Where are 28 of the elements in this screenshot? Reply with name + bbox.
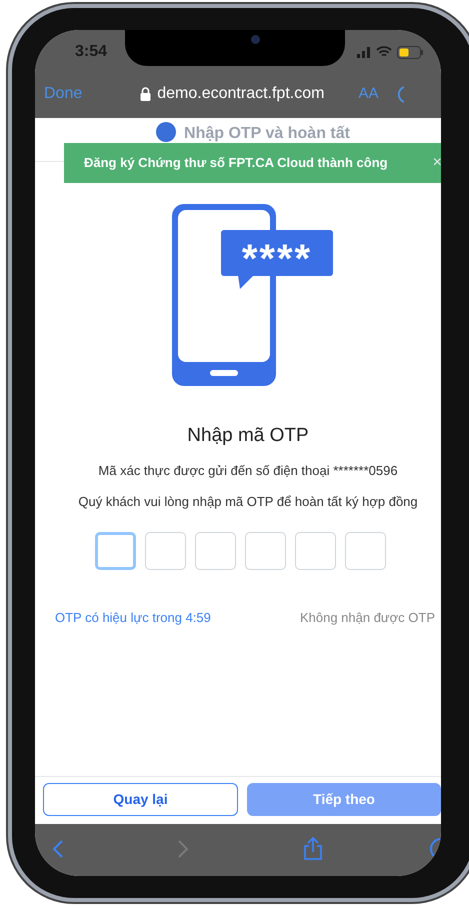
step-number-icon	[156, 122, 176, 142]
back-button[interactable]: Quay lại	[43, 783, 238, 816]
otp-digit-field[interactable]	[244, 532, 286, 570]
status-time: 3:54	[75, 42, 108, 62]
step-title: Nhập OTP và hoàn tất	[184, 124, 350, 144]
battery-icon	[397, 46, 423, 58]
instruction-text: Quý khách vui lòng nhập mã OTP để hoàn tất ký hợp đồng	[78, 493, 418, 511]
share-icon[interactable]	[303, 837, 323, 861]
timer-text: OTP có hiệu lực trong 4:59	[55, 608, 211, 627]
url-text[interactable]: demo.econtract.fpt.com	[157, 82, 324, 106]
done-button[interactable]: Done	[44, 82, 82, 106]
otp-digit-field[interactable]	[344, 532, 386, 570]
otp-digit-field[interactable]	[294, 532, 336, 570]
otp-digit-field[interactable]	[94, 532, 136, 570]
otp-digit-field[interactable]	[194, 532, 236, 570]
otp-digit-field[interactable]	[144, 532, 186, 570]
lock-icon	[140, 87, 152, 101]
resend-link[interactable]: Không nhận được OTP	[300, 608, 435, 627]
signal-icon	[357, 46, 371, 58]
camera-icon	[250, 35, 260, 44]
masked-code: ****	[242, 239, 312, 279]
back-icon[interactable]	[52, 839, 64, 859]
close-button[interactable]: ×	[432, 151, 441, 175]
sent-to-text: Mã xác thực được gửi đến số điện thoại *******0596	[98, 462, 398, 480]
wifi-icon	[376, 46, 392, 58]
otp-title: Nhập mã OTP	[187, 424, 309, 448]
toast-message: Đăng ký Chứng thư số FPT.CA Cloud thành công	[84, 154, 388, 172]
text-size-button[interactable]: AA	[358, 82, 378, 106]
